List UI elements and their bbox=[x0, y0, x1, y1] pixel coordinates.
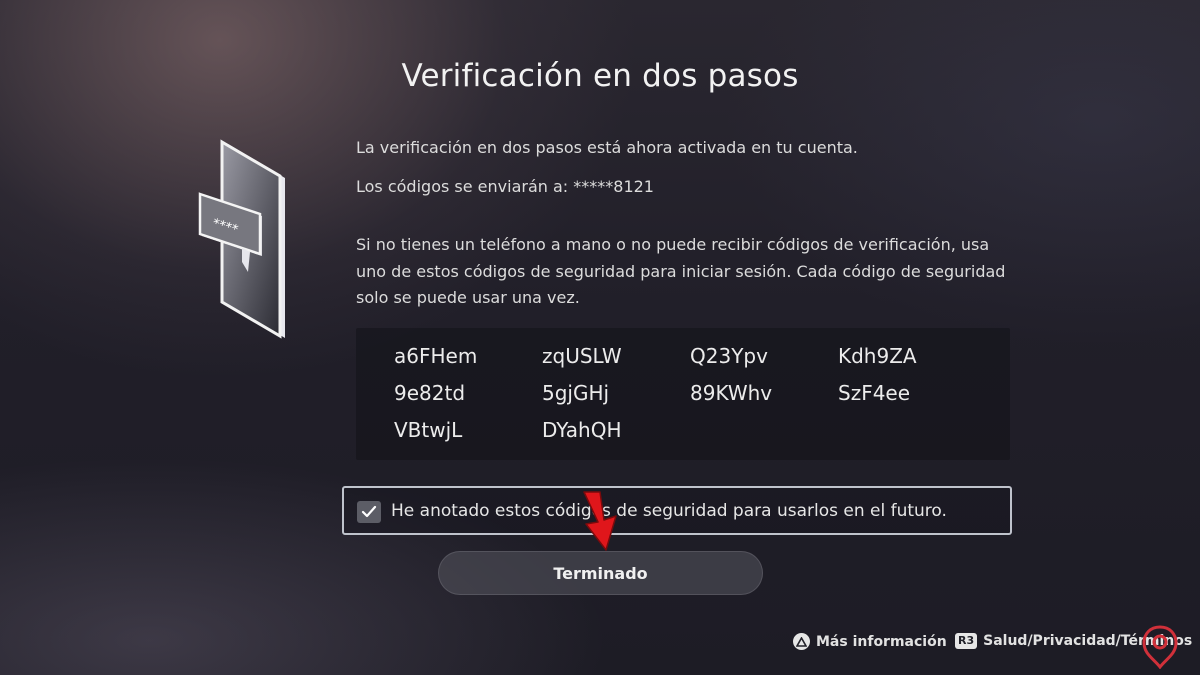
security-code: 9e82td bbox=[394, 381, 466, 405]
security-code: SzF4ee bbox=[838, 381, 911, 405]
more-info-hint[interactable]: Más información bbox=[793, 633, 947, 650]
security-code: DYahQH bbox=[542, 418, 622, 442]
security-code: Q23Ypv bbox=[690, 344, 768, 368]
done-button[interactable]: Terminado bbox=[438, 551, 763, 595]
security-codes-grid: a6FHem zqUSLW Q23Ypv Kdh9ZA 9e82td 5gjGH… bbox=[394, 344, 986, 455]
security-code: a6FHem bbox=[394, 344, 478, 368]
security-code: zqUSLW bbox=[542, 344, 622, 368]
security-code: Kdh9ZA bbox=[838, 344, 917, 368]
watermark-logo-icon bbox=[1142, 625, 1178, 669]
security-code: VBtwjL bbox=[394, 418, 463, 442]
codes-saved-checkbox[interactable] bbox=[357, 501, 381, 523]
more-info-label: Más información bbox=[816, 633, 947, 650]
codes-sent-line: Los códigos se enviarán a: *****8121 bbox=[356, 177, 654, 196]
security-code: 89KWhv bbox=[690, 381, 773, 405]
info-paragraph: Si no tienes un teléfono a mano o no pue… bbox=[356, 235, 1006, 307]
r3-button-badge: R3 bbox=[955, 633, 978, 649]
page-title: Verificación en dos pasos bbox=[401, 58, 799, 94]
codes-saved-checkbox-row[interactable]: He anotado estos códigos de seguridad pa… bbox=[342, 486, 1012, 535]
check-icon bbox=[361, 505, 377, 518]
security-codes-panel: a6FHem zqUSLW Q23Ypv Kdh9ZA 9e82td 5gjGH… bbox=[356, 328, 1010, 460]
checkbox-label: He anotado estos códigos de seguridad pa… bbox=[391, 501, 947, 521]
status-line: La verificación en dos pasos está ahora … bbox=[356, 138, 858, 157]
red-arrow-icon bbox=[583, 491, 617, 551]
phone-sms-icon: **** bbox=[198, 139, 285, 339]
security-code: 5gjGHj bbox=[542, 381, 610, 405]
triangle-button-icon bbox=[793, 633, 810, 650]
